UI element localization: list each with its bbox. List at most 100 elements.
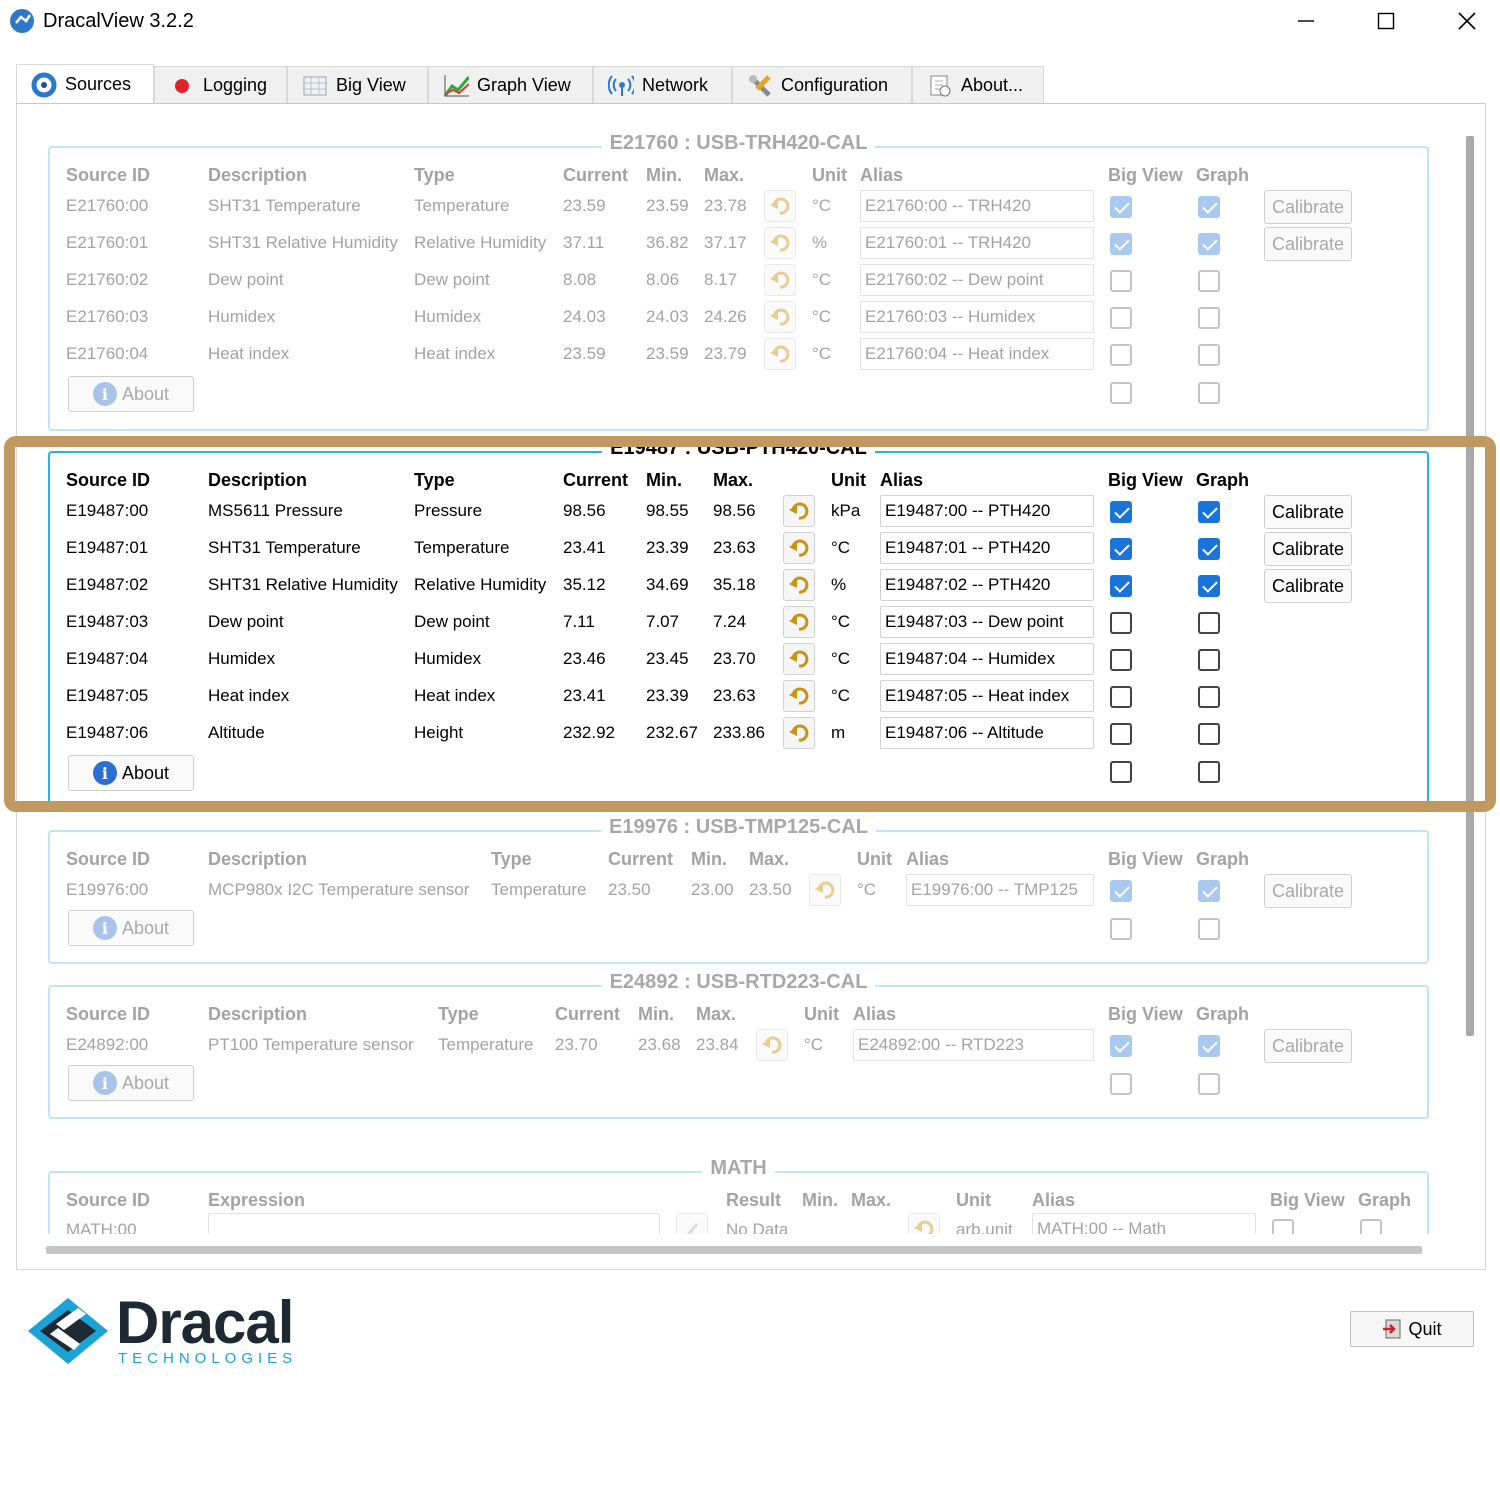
graph-checkbox[interactable] (1198, 575, 1220, 597)
graph-checkbox[interactable] (1198, 501, 1220, 523)
reset-minmax-button[interactable] (764, 301, 796, 333)
maximize-button[interactable] (1366, 6, 1406, 36)
tab-logging[interactable]: Logging (154, 66, 287, 104)
horizontal-scrollbar[interactable] (46, 1246, 1422, 1254)
big-view-checkbox[interactable] (1110, 761, 1132, 783)
graph-checkbox[interactable] (1198, 723, 1220, 745)
graph-checkbox[interactable] (1198, 649, 1220, 671)
reset-minmax-button[interactable] (908, 1213, 940, 1234)
graph-checkbox[interactable] (1198, 612, 1220, 634)
alias-input[interactable]: E19487:00 -- PTH420 (880, 495, 1094, 527)
tab-configuration[interactable]: Configuration (732, 66, 912, 104)
alias-input[interactable]: E19487:02 -- PTH420 (880, 569, 1094, 601)
graph-checkbox[interactable] (1360, 1219, 1382, 1234)
reset-minmax-button[interactable] (764, 190, 796, 222)
tab-network[interactable]: Network (593, 66, 732, 104)
alias-input[interactable]: E21760:00 -- TRH420 (860, 190, 1094, 222)
graph-checkbox[interactable] (1198, 233, 1220, 255)
reset-minmax-button[interactable] (783, 643, 815, 675)
expression-input[interactable] (208, 1213, 660, 1234)
alias-input[interactable]: E21760:03 -- Humidex (860, 301, 1094, 333)
graph-checkbox[interactable] (1198, 918, 1220, 940)
graph-checkbox[interactable] (1198, 382, 1220, 404)
calibrate-button[interactable]: Calibrate (1264, 532, 1352, 566)
tab-sources[interactable]: Sources (16, 64, 154, 104)
alias-input[interactable]: MATH:00 -- Math (1032, 1213, 1256, 1234)
graph-checkbox[interactable] (1198, 344, 1220, 366)
device-about-button[interactable]: i About (68, 755, 194, 791)
big-view-checkbox[interactable] (1110, 501, 1132, 523)
calibrate-button[interactable]: Calibrate (1264, 190, 1352, 224)
col-header-type: Type (438, 1004, 479, 1024)
alias-input[interactable]: E21760:04 -- Heat index (860, 338, 1094, 370)
device-about-button[interactable]: i About (68, 376, 194, 412)
close-button[interactable] (1447, 6, 1487, 36)
calibrate-button[interactable]: Calibrate (1264, 1029, 1352, 1063)
big-view-checkbox[interactable] (1110, 1035, 1132, 1057)
alias-input[interactable]: E24892:00 -- RTD223 (853, 1029, 1094, 1061)
current-value: 24.03 (563, 307, 606, 326)
big-view-checkbox[interactable] (1110, 686, 1132, 708)
big-view-checkbox[interactable] (1110, 1073, 1132, 1095)
graph-checkbox[interactable] (1198, 270, 1220, 292)
device-about-button[interactable]: i About (68, 910, 194, 946)
alias-input[interactable]: E19487:01 -- PTH420 (880, 532, 1094, 564)
device-about-button[interactable]: i About (68, 1065, 194, 1101)
reset-minmax-button[interactable] (764, 338, 796, 370)
reset-minmax-button[interactable] (783, 717, 815, 749)
alias-input[interactable]: E19976:00 -- TMP125 (906, 874, 1094, 906)
reset-minmax-button[interactable] (809, 874, 841, 906)
graph-checkbox[interactable] (1198, 761, 1220, 783)
graph-checkbox[interactable] (1198, 686, 1220, 708)
big-view-checkbox[interactable] (1110, 575, 1132, 597)
alias-input[interactable]: E21760:01 -- TRH420 (860, 227, 1094, 259)
minimize-button[interactable] (1286, 6, 1326, 36)
col-header-max: Max. (713, 470, 754, 490)
alias-input[interactable]: E19487:05 -- Heat index (880, 680, 1094, 712)
tab-big-view[interactable]: Big View (287, 66, 428, 104)
big-view-checkbox[interactable] (1110, 918, 1132, 940)
reset-minmax-button[interactable] (783, 606, 815, 638)
big-view-checkbox[interactable] (1110, 880, 1132, 902)
big-view-checkbox[interactable] (1110, 307, 1132, 329)
big-view-checkbox[interactable] (1110, 270, 1132, 292)
edit-expression-button[interactable] (676, 1213, 708, 1234)
big-view-checkbox[interactable] (1272, 1219, 1294, 1234)
alias-input[interactable]: E19487:03 -- Dew point (880, 606, 1094, 638)
graph-checkbox[interactable] (1198, 1073, 1220, 1095)
big-view-checkbox[interactable] (1110, 723, 1132, 745)
vertical-scrollbar[interactable] (1466, 136, 1474, 1036)
alias-input[interactable]: E19487:06 -- Altitude (880, 717, 1094, 749)
reset-minmax-button[interactable] (764, 227, 796, 259)
min-value: 24.03 (646, 307, 689, 326)
reset-minmax-button[interactable] (783, 680, 815, 712)
reset-minmax-button[interactable] (764, 264, 796, 296)
description: SHT31 Temperature (208, 196, 361, 215)
big-view-checkbox[interactable] (1110, 382, 1132, 404)
graph-checkbox[interactable] (1198, 307, 1220, 329)
big-view-checkbox[interactable] (1110, 233, 1132, 255)
alias-input[interactable]: E19487:04 -- Humidex (880, 643, 1094, 675)
graph-checkbox[interactable] (1198, 1035, 1220, 1057)
big-view-checkbox[interactable] (1110, 538, 1132, 560)
reset-minmax-button[interactable] (756, 1029, 788, 1061)
tab-about[interactable]: About... (912, 66, 1044, 104)
quit-button[interactable]: Quit (1350, 1311, 1474, 1347)
big-view-checkbox[interactable] (1110, 649, 1132, 671)
graph-checkbox[interactable] (1198, 880, 1220, 902)
reset-minmax-button[interactable] (783, 532, 815, 564)
calibrate-button[interactable]: Calibrate (1264, 569, 1352, 603)
calibrate-button[interactable]: Calibrate (1264, 874, 1352, 908)
calibrate-button[interactable]: Calibrate (1264, 495, 1352, 529)
reset-minmax-button[interactable] (783, 569, 815, 601)
big-view-checkbox[interactable] (1110, 612, 1132, 634)
col-header-unit: Unit (804, 1004, 839, 1024)
reset-minmax-button[interactable] (783, 495, 815, 527)
alias-input[interactable]: E21760:02 -- Dew point (860, 264, 1094, 296)
big-view-checkbox[interactable] (1110, 344, 1132, 366)
graph-checkbox[interactable] (1198, 538, 1220, 560)
big-view-checkbox[interactable] (1110, 196, 1132, 218)
tab-graph-view[interactable]: Graph View (428, 66, 593, 104)
calibrate-button[interactable]: Calibrate (1264, 227, 1352, 261)
graph-checkbox[interactable] (1198, 196, 1220, 218)
